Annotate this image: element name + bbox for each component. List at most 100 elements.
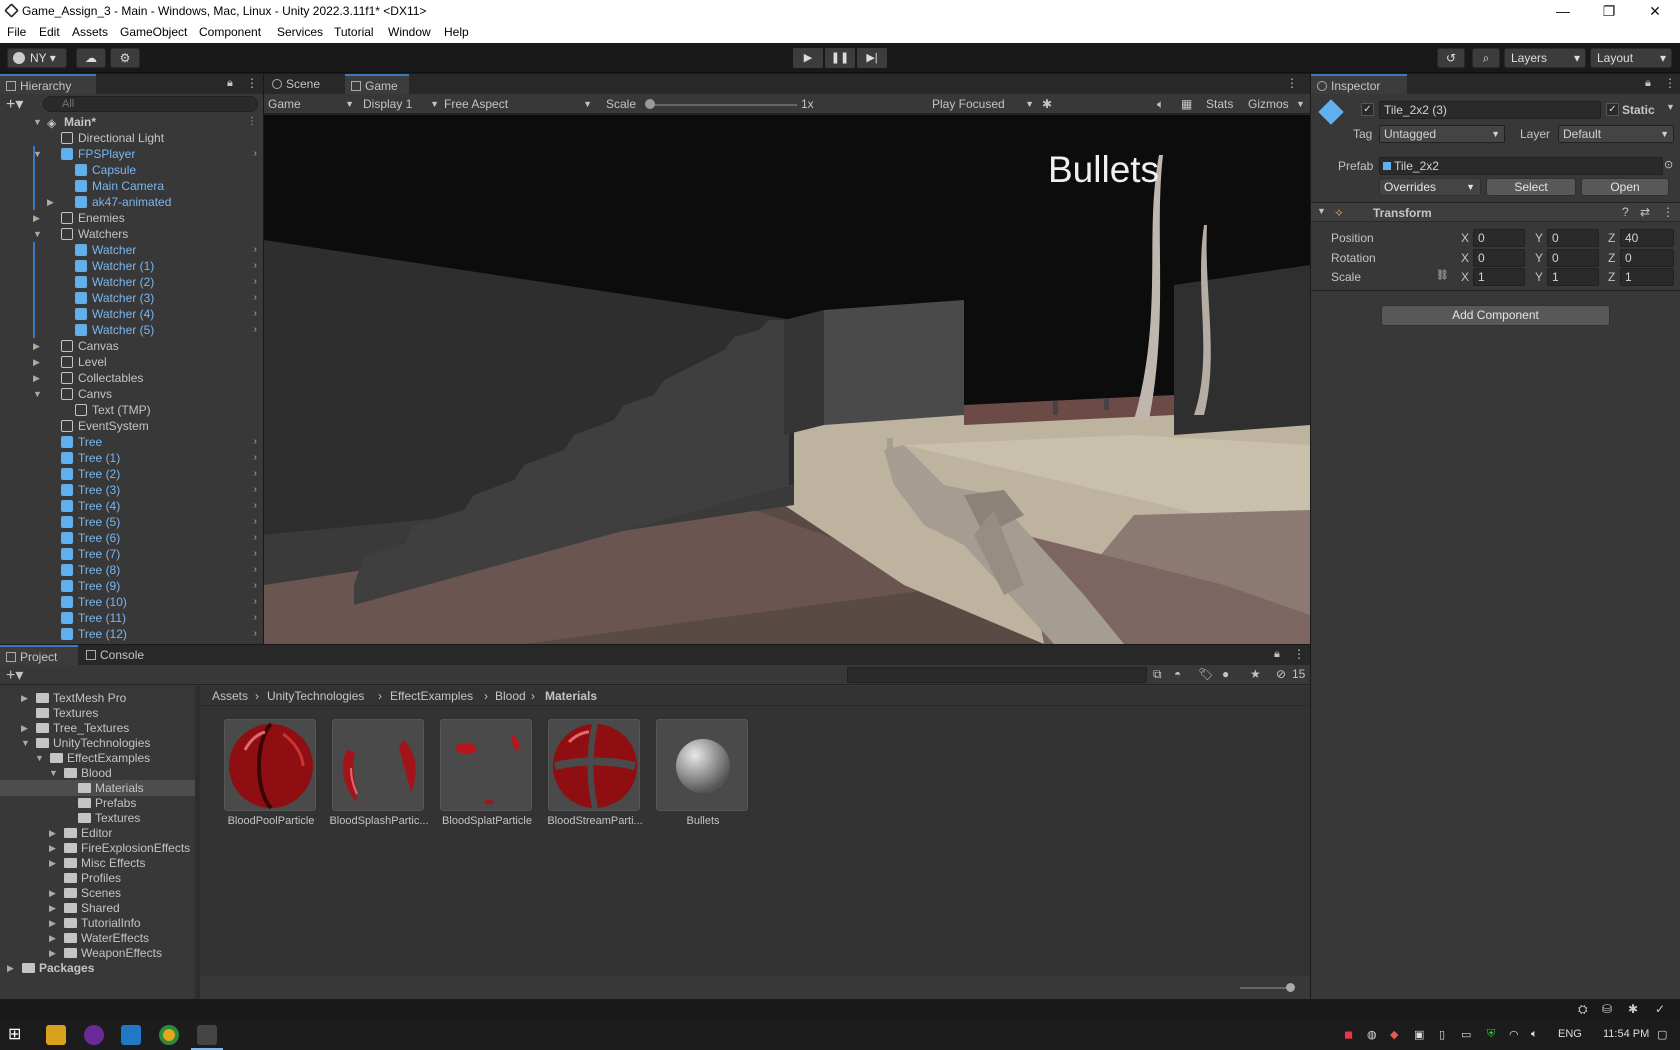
menu-edit[interactable]: Edit <box>39 25 60 39</box>
folder-tree-item[interactable]: ▼ EffectExamples <box>0 750 195 766</box>
chevron-right-icon[interactable]: › <box>254 626 257 642</box>
help-icon[interactable]: ? <box>1622 205 1629 219</box>
chevron-right-icon[interactable]: › <box>254 498 257 514</box>
fold-closed-icon[interactable]: ▶ <box>33 370 40 386</box>
hierarchy-row[interactable]: Capsule <box>0 162 263 178</box>
breadcrumb-assets[interactable]: Assets <box>212 689 248 703</box>
kebab-menu-icon[interactable]: ⋮ <box>1293 647 1305 661</box>
folder-tree-item[interactable]: ▶ TutorialInfo <box>0 915 195 931</box>
menu-tutorial[interactable]: Tutorial <box>334 25 374 39</box>
scene-row[interactable]: ▼ ◈ Main* ⋮ <box>0 114 263 130</box>
hierarchy-row[interactable]: Tree (4) › <box>0 498 263 514</box>
layers-dropdown[interactable]: Layers ▾ <box>1504 48 1586 68</box>
folder-tree-item[interactable]: ▶ WaterEffects <box>0 930 195 946</box>
fold-closed-icon[interactable]: ▶ <box>33 338 40 354</box>
filter-type-icon[interactable]: ◓ <box>1174 667 1181 681</box>
asset-bloodstreamparticle[interactable]: BloodStreamParti... <box>547 719 643 827</box>
chevron-right-icon[interactable]: › <box>254 258 257 274</box>
audio-mute-icon[interactable]: 🔈︎ <box>1157 96 1164 112</box>
folder-tree-item[interactable]: Materials <box>0 780 195 796</box>
stats-button[interactable]: Stats <box>1206 96 1233 112</box>
hidden-packages-icon[interactable]: ⊘ <box>1276 667 1286 681</box>
pause-button[interactable]: ❚❚ <box>825 48 855 68</box>
scale-z-field[interactable]: 1 <box>1620 268 1674 286</box>
gizmos-button[interactable]: Gizmos <box>1248 96 1289 112</box>
hierarchy-row[interactable]: Tree (12) › <box>0 626 263 642</box>
chevron-right-icon[interactable]: › <box>254 546 257 562</box>
breadcrumb-materials[interactable]: Materials <box>545 689 597 703</box>
fold-open-icon[interactable]: ▼ <box>49 765 58 781</box>
menu-gameobject[interactable]: GameObject <box>120 25 187 39</box>
menu-services[interactable]: Services <box>277 25 323 39</box>
wifi-tray-icon[interactable]: ◠ <box>1509 1028 1519 1041</box>
hierarchy-row[interactable]: Watcher › <box>0 242 263 258</box>
hierarchy-row[interactable]: Tree (11) › <box>0 610 263 626</box>
status-ok-icon[interactable]: ✓ <box>1655 1002 1665 1016</box>
chevron-right-icon[interactable]: › <box>254 290 257 306</box>
tab-project[interactable]: Project <box>0 645 78 665</box>
game-mode-dropdown[interactable]: Game ▼ <box>268 96 356 112</box>
chevron-right-icon[interactable]: › <box>254 594 257 610</box>
fold-closed-icon[interactable]: ▶ <box>49 915 56 931</box>
hierarchy-row[interactable]: Watcher (5) › <box>0 322 263 338</box>
vscode-icon[interactable] <box>121 1025 141 1045</box>
position-x-field[interactable]: 0 <box>1473 229 1525 247</box>
scale-slider-track[interactable] <box>647 104 797 106</box>
folder-tree-item[interactable]: ▶ Tree_Textures <box>0 720 195 736</box>
history-button[interactable]: ↺ <box>1437 48 1465 68</box>
hierarchy-search-input[interactable] <box>43 96 258 112</box>
folder-tree-item[interactable]: ▶ Scenes <box>0 885 195 901</box>
menu-assets[interactable]: Assets <box>72 25 108 39</box>
chevron-right-icon[interactable]: › <box>254 450 257 466</box>
acrobat-tray-icon[interactable]: ◼ <box>1344 1028 1353 1041</box>
chevron-right-icon[interactable]: › <box>254 530 257 546</box>
static-checkbox[interactable]: ✓ <box>1606 103 1619 116</box>
hierarchy-row[interactable]: Tree (1) › <box>0 450 263 466</box>
select-button[interactable]: Select <box>1486 178 1576 196</box>
folder-tree-item[interactable]: ▼ UnityTechnologies <box>0 735 195 751</box>
cache-server-icon[interactable]: ⛁ <box>1602 1002 1612 1016</box>
chevron-right-icon[interactable]: › <box>254 146 257 162</box>
folder-tree-item[interactable]: ▶ Packages <box>0 960 195 976</box>
icon-size-slider[interactable] <box>1240 987 1290 989</box>
folder-tree-item[interactable]: ▶ TextMesh Pro <box>0 690 195 706</box>
asset-bloodsplashparticle[interactable]: BloodSplashPartic... <box>329 719 429 827</box>
scale-y-field[interactable]: 1 <box>1547 268 1599 286</box>
fold-closed-icon[interactable]: ▶ <box>49 885 56 901</box>
fold-closed-icon[interactable]: ▶ <box>49 840 56 856</box>
menu-window[interactable]: Window <box>388 25 431 39</box>
hierarchy-row[interactable]: Text (TMP) <box>0 402 263 418</box>
fold-open-icon[interactable]: ▼ <box>35 750 44 766</box>
hierarchy-row[interactable]: Tree (10) › <box>0 594 263 610</box>
position-y-field[interactable]: 0 <box>1547 229 1599 247</box>
asset-bloodsplatparticle[interactable]: BloodSplatParticle <box>440 719 534 827</box>
fold-closed-icon[interactable]: ▶ <box>49 855 56 871</box>
windows-start-icon[interactable]: ⊞ <box>8 1025 28 1045</box>
fold-closed-icon[interactable]: ▶ <box>49 825 56 841</box>
fold-closed-icon[interactable]: ▶ <box>49 945 56 961</box>
star-icon[interactable]: ★ <box>1250 667 1261 681</box>
active-checkbox[interactable]: ✓ <box>1361 103 1374 116</box>
hierarchy-row[interactable]: ▼ FPSPlayer › <box>0 146 263 162</box>
fold-closed-icon[interactable]: ▶ <box>21 690 28 706</box>
fold-closed-icon[interactable]: ▶ <box>47 194 54 210</box>
breadcrumb-unitytechnologies[interactable]: UnityTechnologies <box>267 689 364 703</box>
unity-taskbar-icon[interactable] <box>197 1025 217 1045</box>
overrides-dropdown[interactable]: Overrides ▼ <box>1379 178 1481 196</box>
chevron-right-icon[interactable]: › <box>254 578 257 594</box>
hierarchy-row[interactable]: Tree › <box>0 434 263 450</box>
debug-mode-icon[interactable]: ✱ <box>1628 1002 1638 1016</box>
aspect-dropdown[interactable]: Free Aspect ▼ <box>444 96 594 112</box>
hierarchy-row[interactable]: Tree (6) › <box>0 530 263 546</box>
tab-console[interactable]: Console <box>80 645 160 665</box>
add-object-button[interactable]: +▾ <box>6 94 23 114</box>
tag-dropdown[interactable]: Untagged ▼ <box>1379 125 1505 143</box>
hierarchy-row[interactable]: Directional Light <box>0 130 263 146</box>
clock[interactable]: 11:54 PM <box>1603 1028 1649 1040</box>
hierarchy-row[interactable]: Tree (3) › <box>0 482 263 498</box>
play-focus-dropdown[interactable]: Play Focused ▼ <box>932 96 1036 112</box>
tab-hierarchy[interactable]: Hierarchy <box>0 74 96 94</box>
hierarchy-row[interactable]: Main Camera <box>0 178 263 194</box>
chevron-right-icon[interactable]: › <box>254 466 257 482</box>
hierarchy-row[interactable]: Tree (5) › <box>0 514 263 530</box>
